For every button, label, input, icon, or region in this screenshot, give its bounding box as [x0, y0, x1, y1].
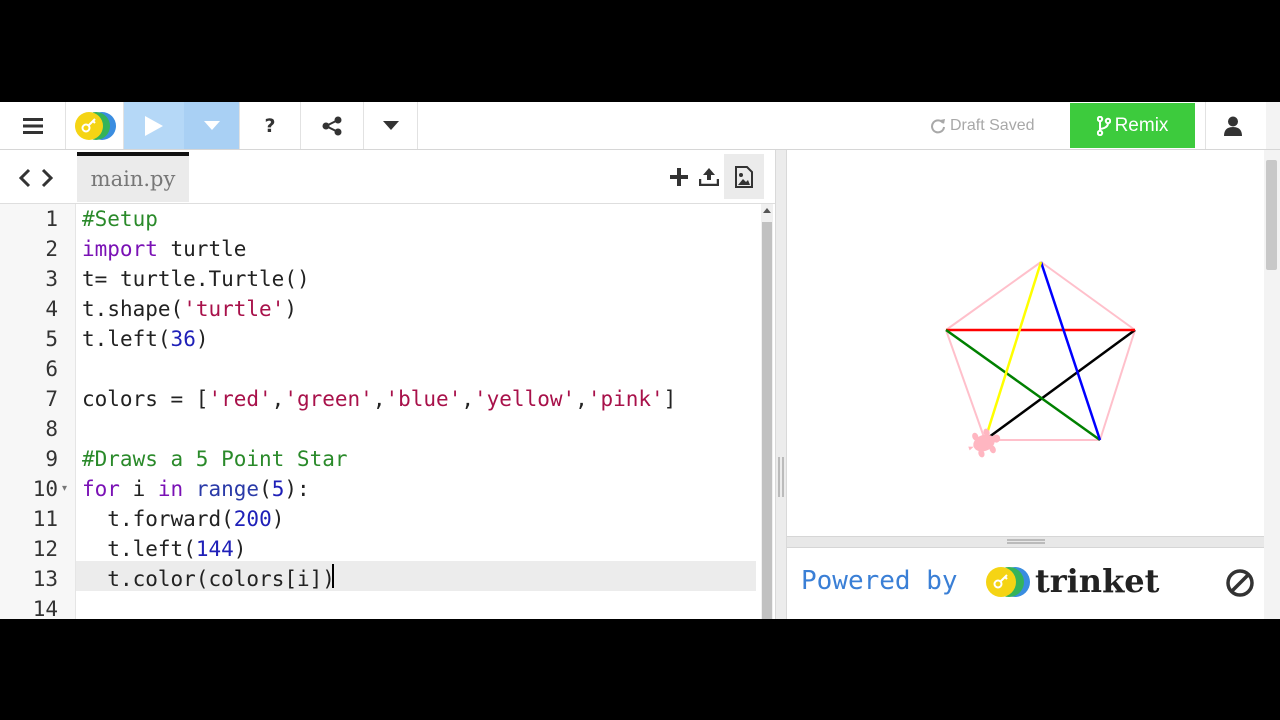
run-options-button[interactable]	[184, 102, 240, 149]
user-icon	[1224, 116, 1242, 136]
editor-scrollbar-thumb[interactable]	[762, 222, 772, 619]
branch-icon	[1096, 115, 1111, 136]
file-actions	[664, 154, 764, 199]
brand-name[interactable]: trinket	[1035, 562, 1159, 600]
code-line[interactable]: import turtle	[82, 234, 246, 264]
line-number: 11	[32, 507, 58, 531]
more-options-button[interactable]	[364, 102, 418, 149]
code-line[interactable]: for i in range(5):	[82, 474, 310, 504]
trinket-logo-icon[interactable]	[985, 566, 1031, 598]
caret-down-icon	[382, 121, 399, 130]
turtle-output	[787, 150, 1264, 536]
text-cursor	[332, 564, 334, 588]
chevron-right-icon[interactable]	[41, 168, 53, 188]
trinket-app: ? Draft Saved Remix main.py 1 2 3 4 5 6 …	[0, 102, 1280, 619]
code-line[interactable]: colors = ['red','green','blue','yellow',…	[82, 384, 676, 414]
upload-icon	[699, 167, 719, 186]
line-number: 9	[45, 447, 58, 471]
save-status: Draft Saved	[930, 102, 1034, 149]
image-library-button[interactable]	[724, 154, 764, 199]
pentagon-edge	[1040, 261, 1136, 331]
code-line[interactable]: t.color(colors[i])	[82, 564, 335, 594]
code-area[interactable]: #Setup import turtle t= turtle.Turtle() t.s…	[82, 204, 762, 619]
toolbar: ? Draft Saved Remix	[0, 102, 1280, 150]
output-scrollbar-thumb[interactable]	[1266, 160, 1277, 270]
code-line[interactable]: t.left(36)	[82, 324, 209, 354]
star-stroke	[983, 261, 1043, 441]
play-icon	[145, 115, 163, 136]
star-stroke	[984, 328, 1136, 442]
remix-button[interactable]: Remix	[1070, 103, 1195, 148]
pentagon-edge	[1099, 329, 1136, 441]
hamburger-icon	[22, 117, 43, 134]
pentagon-edge	[945, 329, 986, 441]
share-button[interactable]	[301, 102, 364, 149]
line-number: 1	[45, 207, 58, 231]
caret-down-icon	[203, 121, 220, 130]
splitter-grip-icon[interactable]	[1007, 539, 1045, 544]
resizer-grip-icon[interactable]	[778, 457, 784, 497]
upload-button[interactable]	[694, 154, 724, 199]
line-number: 5	[45, 327, 58, 351]
pane-resizer[interactable]	[775, 150, 787, 619]
fold-arrow-icon[interactable]: ▾	[62, 474, 67, 504]
image-icon	[735, 165, 753, 188]
chevron-left-icon[interactable]	[19, 168, 31, 188]
menu-button[interactable]	[0, 102, 66, 149]
code-line[interactable]: t.forward(200)	[82, 504, 284, 534]
code-line[interactable]: t.left(144)	[82, 534, 246, 564]
turtle-canvas	[945, 261, 1136, 458]
help-label: ?	[264, 114, 276, 137]
powered-by-footer: Powered by trinket	[787, 548, 1264, 619]
file-nav	[0, 150, 72, 205]
trinket-logo-button[interactable]	[66, 102, 124, 149]
add-file-button[interactable]	[664, 154, 694, 199]
code-line[interactable]: t= turtle.Turtle()	[82, 264, 310, 294]
star-stroke	[1039, 261, 1102, 441]
toolbar-scrollbar	[1266, 102, 1280, 149]
file-tab-label: main.py	[90, 167, 176, 191]
help-button[interactable]: ?	[240, 102, 301, 149]
line-number: 7	[45, 387, 58, 411]
remix-label: Remix	[1114, 114, 1169, 136]
line-number: 4	[45, 297, 58, 321]
add-file-icon	[670, 167, 688, 186]
line-number: 2	[45, 237, 58, 261]
stop-icon[interactable]	[1225, 568, 1255, 598]
code-line[interactable]: #Setup	[82, 204, 158, 234]
star-stroke	[945, 328, 1101, 442]
user-menu-button[interactable]	[1205, 102, 1260, 149]
run-button[interactable]	[124, 102, 184, 149]
line-number: 12	[32, 537, 58, 561]
line-number: 8	[45, 417, 58, 441]
code-line[interactable]: #Draws a 5 Point Star	[82, 444, 348, 474]
save-status-text: Draft Saved	[950, 116, 1035, 134]
scroll-up-arrow-icon[interactable]	[763, 208, 771, 213]
pentagon-edge	[945, 261, 1042, 331]
share-icon	[322, 116, 342, 135]
code-editor: main.py 1 2 3 4 5 6 7 8 9 10 11 12 13 14…	[0, 150, 775, 619]
line-number: 6	[45, 357, 58, 381]
line-number: 10	[32, 477, 58, 501]
code-line[interactable]: t.shape('turtle')	[82, 294, 297, 324]
line-number: 14	[32, 597, 58, 619]
trinket-logo-icon	[74, 111, 116, 140]
line-number: 3	[45, 267, 58, 291]
line-number: 13	[32, 567, 58, 591]
refresh-icon	[931, 118, 945, 133]
file-tab-main-py[interactable]: main.py	[77, 152, 189, 202]
powered-by-text[interactable]: Powered by	[801, 566, 958, 596]
